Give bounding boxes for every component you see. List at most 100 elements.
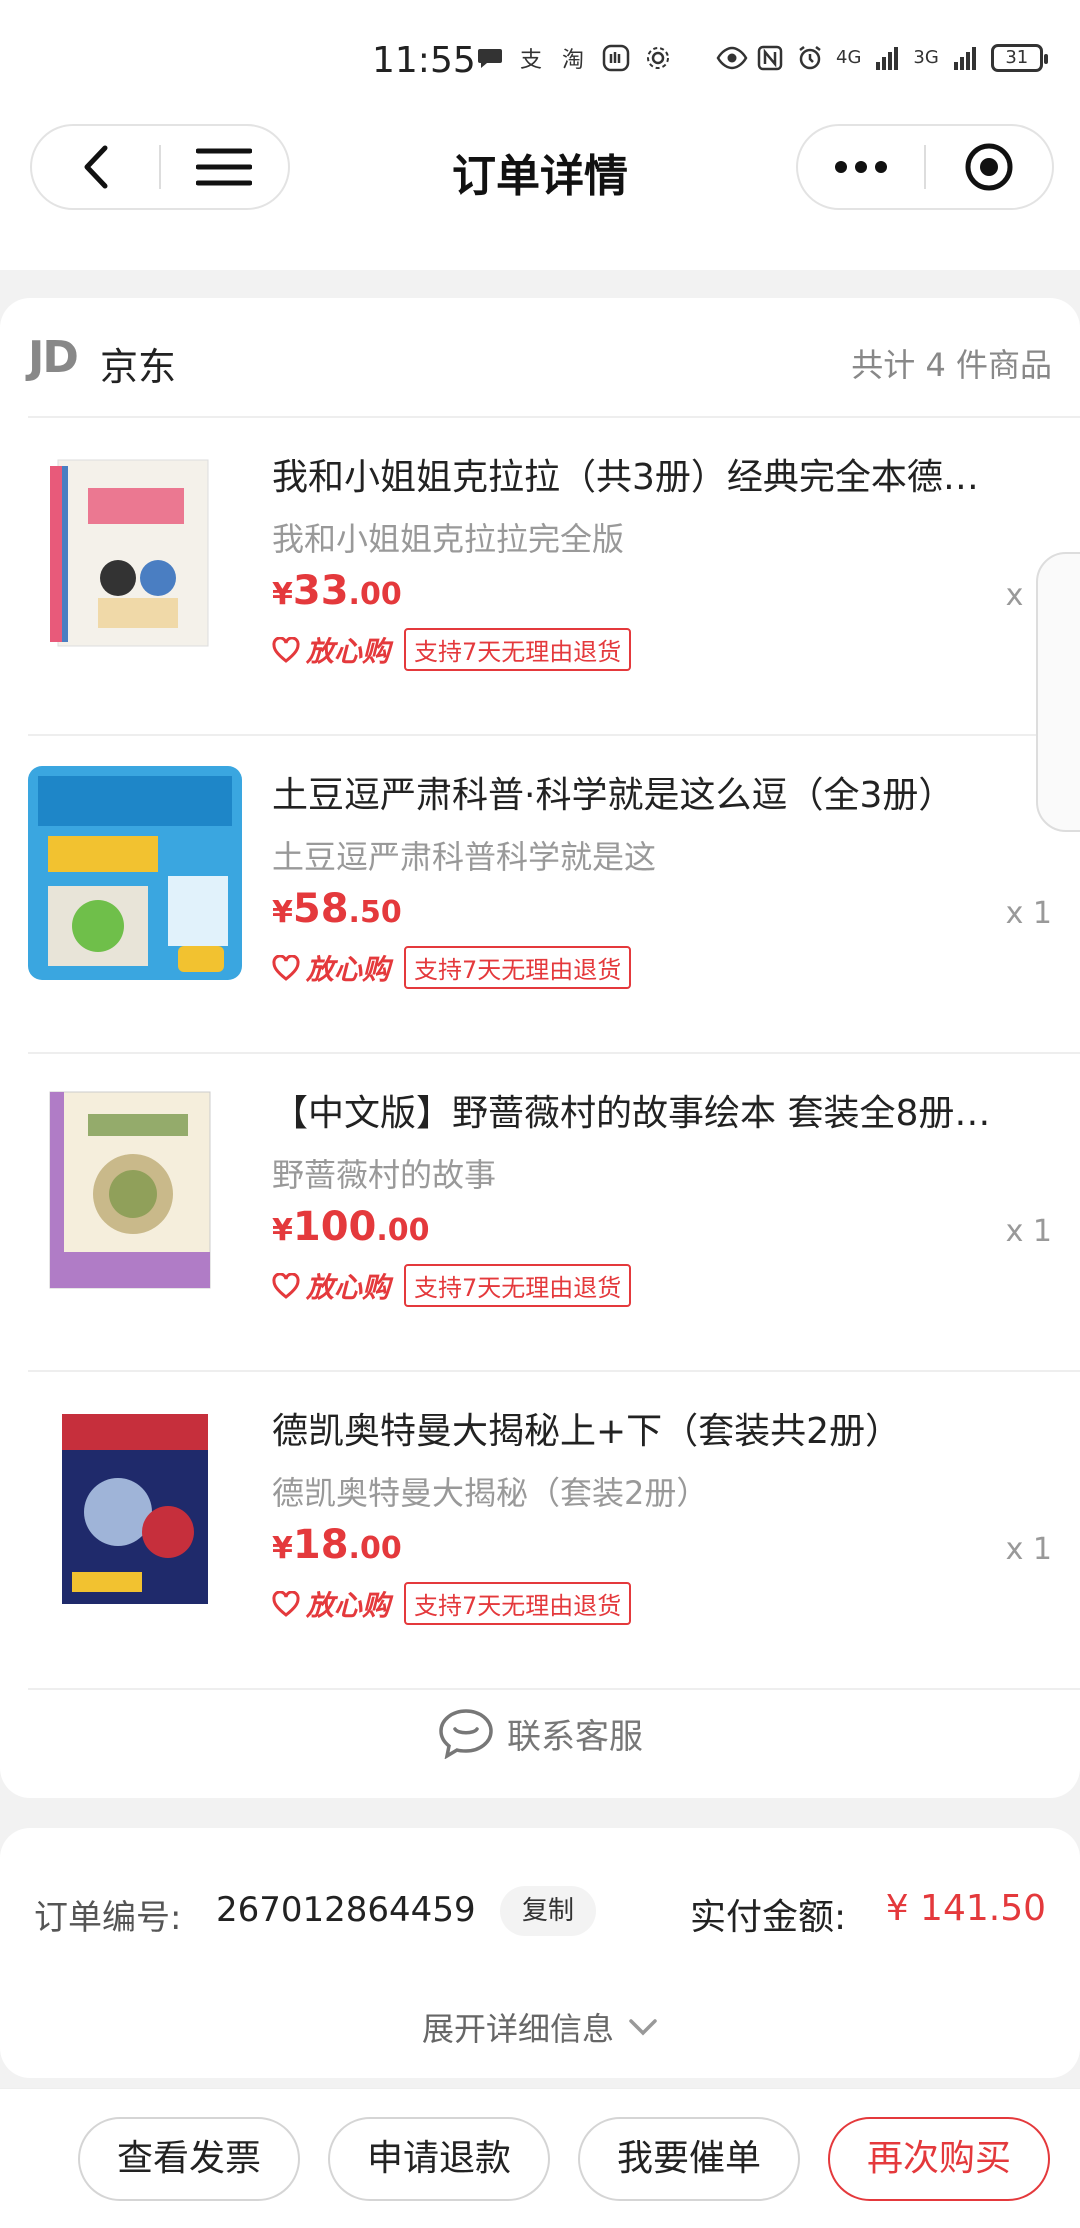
status-time: 11:55 [372,40,476,81]
notification-icons: 支 淘 [476,44,672,73]
goods-card: JD 京东 共计 4 件商品 我和小姐姐克拉拉（共3册）经典完全本德… 我和小姐… [0,298,1080,1798]
price-decimal: .00 [348,1531,402,1566]
jd-logo: JD [28,332,79,383]
hand-icon [602,44,630,72]
back-button[interactable] [32,124,159,210]
item-tags: 放心购 支持7天无理由退货 [272,946,632,989]
product-thumbnail[interactable] [28,448,242,662]
signal-icon [951,44,979,72]
alarm-icon [796,44,824,72]
floating-side-handle[interactable] [1036,552,1080,832]
menu-button[interactable] [161,124,288,210]
expand-details-button[interactable]: 展开详细信息 [0,2004,1080,2050]
assure-badge: 放心购 [272,630,390,670]
close-miniprogram-button[interactable] [926,124,1052,210]
order-number-label: 订单编号: [34,1898,182,1938]
item-quantity: x 1 [1005,896,1052,931]
item-price: ¥58.50 [272,886,402,932]
product-thumbnail[interactable] [28,1084,242,1298]
nfc-icon [756,44,784,72]
return-policy-tag: 支持7天无理由退货 [404,628,632,671]
price-symbol: ¥ [272,895,293,930]
assure-label: 放心购 [306,952,391,986]
target-icon [965,143,1013,191]
svg-text:支: 支 [520,48,542,72]
contact-service-button[interactable]: 联系客服 [0,1688,1080,1778]
system-icons: 4G 3G 31 [716,44,1048,72]
heart-icon [272,1272,300,1299]
goods-count: 共计 4 件商品 [851,346,1052,384]
price-decimal: .50 [348,895,402,930]
item-price: ¥100.00 [272,1204,430,1250]
chevron-down-icon [629,2019,657,2036]
shop-header[interactable]: JD 京东 共计 4 件商品 [28,328,1052,398]
expand-details-label: 展开详细信息 [421,2010,614,2048]
status-bar: 11:55 支 淘 4G 3G 31 [0,0,1080,120]
alipay-icon: 支 [518,44,546,73]
chat-bubble-icon [476,44,504,72]
nav-right-capsule [796,124,1054,210]
item-title[interactable]: 【中文版】野蔷薇村的故事绘本 套装全8册… [272,1084,1052,1136]
goods-item[interactable]: 【中文版】野蔷薇村的故事绘本 套装全8册… 野蔷薇村的故事 ¥100.00 x … [0,1054,1080,1372]
shop-name: 京东 [100,345,177,389]
item-price: ¥18.00 [272,1522,402,1568]
signal-icon [873,44,901,72]
assure-label: 放心购 [306,1270,391,1304]
view-invoice-button[interactable]: 查看发票 [78,2117,300,2201]
price-symbol: ¥ [272,577,293,612]
network-3g-label: 3G [913,47,939,68]
page-title: 订单详情 [452,151,628,202]
price-decimal: .00 [348,577,402,612]
item-quantity: x 1 [1005,1214,1052,1249]
gear-icon [644,44,672,72]
item-tags: 放心购 支持7天无理由退货 [272,1582,632,1625]
item-title[interactable]: 我和小姐姐克拉拉（共3册）经典完全本德… [272,448,1052,500]
taobao-icon: 淘 [560,44,588,73]
buy-again-button[interactable]: 再次购买 [828,2117,1050,2201]
order-info-card: 订单编号: 267012864459 复制 实付金额: ¥ 141.50 展开详… [0,1828,1080,2078]
customer-service-icon [439,1709,493,1759]
goods-item[interactable]: 德凯奥特曼大揭秘上+下（套装共2册） 德凯奥特曼大揭秘（套装2册） ¥18.00… [0,1372,1080,1690]
assure-label: 放心购 [306,634,391,668]
svg-text:淘: 淘 [562,48,584,72]
item-spec: 我和小姐姐克拉拉完全版 [272,520,625,558]
network-4g-label: 4G [836,47,862,68]
price-symbol: ¥ [272,1531,293,1566]
return-policy-tag: 支持7天无理由退货 [404,1264,632,1307]
item-tags: 放心购 支持7天无理由退货 [272,1264,632,1307]
copy-button[interactable]: 复制 [500,1886,596,1936]
assure-label: 放心购 [306,1588,391,1622]
price-symbol: ¥ [272,1213,293,1248]
item-spec: 德凯奥特曼大揭秘（套装2册） [272,1474,709,1512]
price-integer: 18 [292,1522,349,1568]
heart-icon [272,636,300,663]
price-integer: 33 [292,568,349,614]
order-number: 267012864459 [216,1890,476,1930]
paid-amount-label: 实付金额: [690,1897,847,1938]
item-tags: 放心购 支持7天无理由退货 [272,628,632,671]
order-detail-page: 11:55 支 淘 4G 3G 31 订单详情 JD 京东 共计 4 件商品 我… [0,0,1080,2228]
assure-badge: 放心购 [272,1584,390,1624]
heart-icon [272,1590,300,1617]
product-thumbnail[interactable] [28,1402,242,1616]
item-title[interactable]: 土豆逗严肃科普·科学就是这么逗（全3册） [272,766,1052,818]
battery-icon: 31 [990,44,1048,72]
item-title[interactable]: 德凯奥特曼大揭秘上+下（套装共2册） [272,1402,1052,1454]
price-integer: 58 [292,886,349,932]
nav-left-capsule [30,124,290,210]
heart-icon [272,954,300,981]
more-button[interactable] [798,124,924,210]
hamburger-icon [196,148,253,186]
price-decimal: .00 [376,1213,430,1248]
eye-icon [716,44,748,72]
goods-item[interactable]: 我和小姐姐克拉拉（共3册）经典完全本德… 我和小姐姐克拉拉完全版 ¥33.00 … [0,418,1080,736]
more-dots-icon [835,161,887,173]
apply-refund-button[interactable]: 申请退款 [328,2117,550,2201]
contact-service-label: 联系客服 [507,1716,643,1757]
assure-badge: 放心购 [272,1266,390,1306]
product-thumbnail[interactable] [28,766,242,980]
item-quantity: x 1 [1005,1532,1052,1567]
urge-order-button[interactable]: 我要催单 [578,2117,800,2201]
item-spec: 土豆逗严肃科普科学就是这 [272,838,657,876]
goods-item[interactable]: 土豆逗严肃科普·科学就是这么逗（全3册） 土豆逗严肃科普科学就是这 ¥58.50… [0,736,1080,1054]
